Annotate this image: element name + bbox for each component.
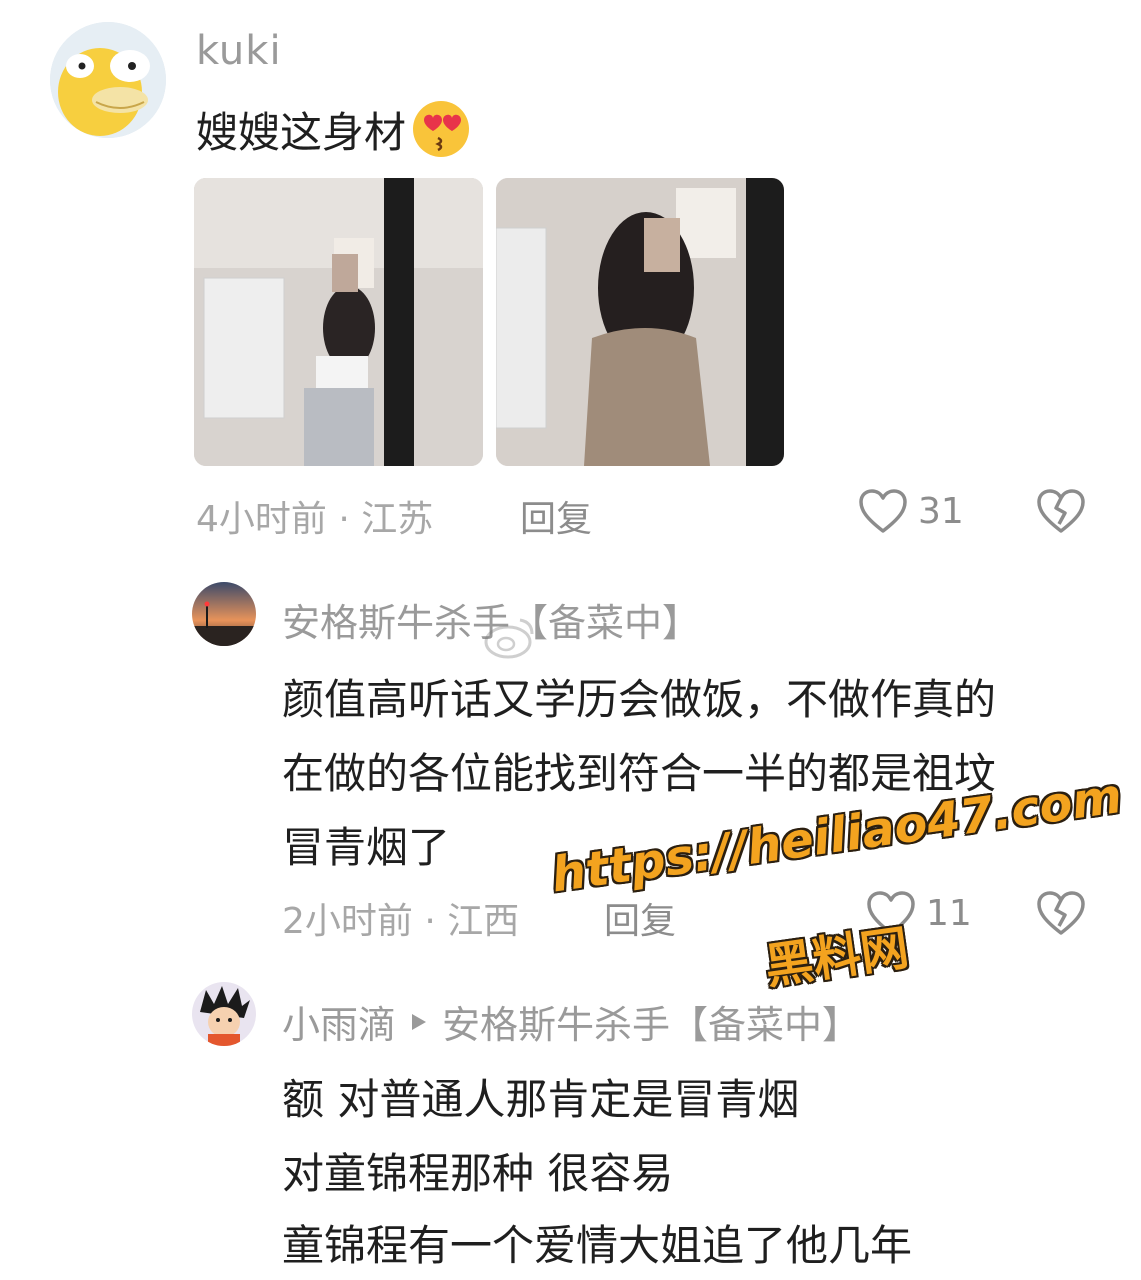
like-button[interactable]: 31 xyxy=(858,488,964,534)
broken-heart-icon-2 xyxy=(1037,891,1085,935)
reply-arrow-icon xyxy=(412,1013,427,1030)
dislike-button[interactable] xyxy=(1036,488,1086,538)
broken-heart-icon xyxy=(1037,489,1085,533)
psyduck-avatar-icon xyxy=(50,22,166,138)
comment-text-body: 嫂嫂这身材 xyxy=(196,107,407,157)
reply-1-meta: 2小时前 · 江西 xyxy=(282,901,520,942)
reply-1-like-count: 11 xyxy=(926,892,972,934)
reply-2-line-3: 童锦程有一个爱情大姐追了他几年 xyxy=(282,1221,913,1270)
user-avatar-kuki[interactable] xyxy=(50,22,166,138)
user-avatar-reply-2[interactable] xyxy=(192,982,256,1046)
like-count: 31 xyxy=(918,490,964,532)
user-avatar-reply-1[interactable] xyxy=(192,582,256,646)
reply-2-reply-to[interactable]: 安格斯牛杀手【备菜中】 xyxy=(442,994,860,1049)
sunset-street-avatar-icon xyxy=(192,582,256,646)
weibo-watermark-icon xyxy=(482,612,538,666)
heart-eyes-kiss-emoji-icon xyxy=(413,101,470,157)
reply-1-line-3: 冒青烟了 xyxy=(282,823,451,872)
reply-2-line-2: 对童锦程那种 很容易 xyxy=(282,1149,674,1198)
reply-1-line-2: 在做的各位能找到符合一半的都是祖坟 xyxy=(282,749,997,798)
reply-2-line-1: 额 对普通人那肯定是冒青烟 xyxy=(282,1075,800,1124)
comment-photo-2[interactable] xyxy=(496,178,784,466)
mirror-selfie-image-icon-2 xyxy=(496,178,784,466)
heart-outline-icon xyxy=(859,489,907,533)
reply-1-line-1: 颜值高听话又学历会做饭，不做作真的 xyxy=(282,675,997,724)
username[interactable]: kuki xyxy=(196,28,282,74)
reply-1-reply-button[interactable]: 回复 xyxy=(604,892,676,944)
comment-meta: 4小时前 · 江苏 xyxy=(196,499,434,540)
watermark-label: 黑料网 xyxy=(761,919,913,996)
mirror-selfie-image-icon xyxy=(194,178,483,466)
username-reply-2: 小雨滴 安格斯牛杀手【备菜中】 xyxy=(282,994,860,1049)
reply-2-username[interactable]: 小雨滴 xyxy=(282,994,396,1049)
cartoon-boy-avatar-icon xyxy=(192,982,256,1046)
reply-1-dislike-button[interactable] xyxy=(1036,890,1086,940)
comment-text: 嫂嫂这身材 xyxy=(196,98,472,160)
comment-photo-1[interactable] xyxy=(194,178,483,466)
reply-button[interactable]: 回复 xyxy=(520,490,592,542)
